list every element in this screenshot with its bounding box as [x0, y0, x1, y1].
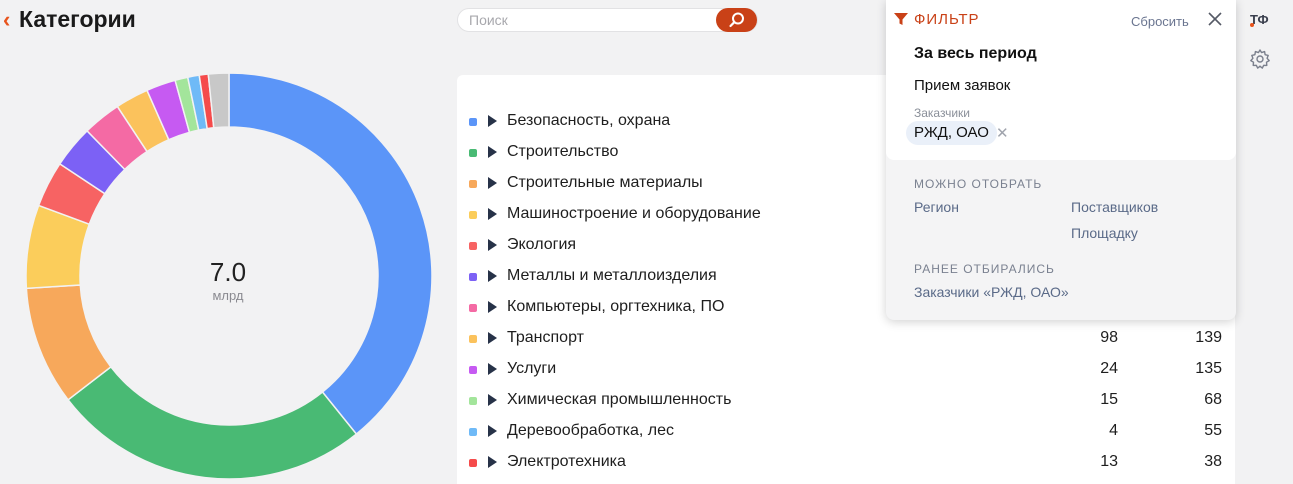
- category-name: Компьютеры, оргтехника, ПО: [507, 298, 725, 315]
- filter-title: ФИЛЬТР: [914, 11, 980, 28]
- category-color-dot: [469, 211, 477, 219]
- total-value: 7.0: [209, 257, 247, 287]
- expand-icon[interactable]: [488, 239, 497, 251]
- category-color-dot: [469, 242, 477, 250]
- search-bar: [457, 8, 758, 32]
- previous-heading: РАНЕЕ ОТБИРАЛИСЬ: [914, 262, 1055, 276]
- table-row[interactable]: Услуги 24 135: [457, 355, 1235, 386]
- expand-icon[interactable]: [488, 456, 497, 468]
- category-name: Металлы и металлоизделия: [507, 267, 717, 284]
- category-value-2: 38: [1204, 453, 1222, 470]
- expand-icon[interactable]: [488, 363, 497, 375]
- donut-slice[interactable]: [228, 72, 433, 436]
- filter-active-section: ФИЛЬТР Сбросить За весь период Прием зая…: [886, 0, 1236, 160]
- expand-icon[interactable]: [488, 332, 497, 344]
- category-name: Экология: [507, 236, 577, 253]
- search-input[interactable]: [469, 12, 709, 28]
- close-icon[interactable]: [1206, 10, 1224, 28]
- category-name: Строительные материалы: [507, 174, 703, 191]
- category-color-dot: [469, 459, 477, 467]
- search-button[interactable]: [716, 8, 757, 32]
- page-title: Категории: [19, 6, 136, 32]
- expand-icon[interactable]: [488, 115, 497, 127]
- stage-filter[interactable]: Прием заявок: [914, 77, 1010, 94]
- table-row[interactable]: Деревообработка, лес 4 55: [457, 417, 1235, 448]
- expand-icon[interactable]: [488, 394, 497, 406]
- category-value-1: 4: [1109, 422, 1118, 439]
- category-color-dot: [469, 118, 477, 126]
- category-value-2: 68: [1204, 391, 1222, 408]
- select-region-link[interactable]: Регион: [914, 199, 959, 215]
- notification-dot: [1250, 23, 1254, 27]
- previous-filter-link[interactable]: Заказчики «РЖД, ОАО»: [914, 284, 1069, 300]
- filter-panel: ФИЛЬТР Сбросить За весь период Прием зая…: [886, 0, 1236, 320]
- total-unit: млрд: [212, 288, 244, 303]
- expand-icon[interactable]: [488, 301, 497, 313]
- expand-icon[interactable]: [488, 146, 497, 158]
- category-name: Электротехника: [507, 453, 626, 470]
- reset-filter-button[interactable]: Сбросить: [1131, 14, 1189, 29]
- table-row[interactable]: Транспорт 98 139: [457, 324, 1235, 355]
- category-name: Химическая промышленность: [507, 391, 732, 408]
- expand-icon[interactable]: [488, 177, 497, 189]
- category-name: Строительство: [507, 143, 619, 160]
- table-row[interactable]: Химическая промышленность 15 68: [457, 386, 1235, 417]
- category-color-dot: [469, 180, 477, 188]
- category-value-1: 24: [1100, 360, 1118, 377]
- period-filter[interactable]: За весь период: [914, 45, 1037, 63]
- category-name: Машиностроение и оборудование: [507, 205, 761, 222]
- category-value-2: 55: [1204, 422, 1222, 439]
- customer-chip[interactable]: РЖД, ОАО: [906, 121, 997, 145]
- table-row[interactable]: Электротехника 13 38: [457, 448, 1235, 479]
- category-color-dot: [469, 366, 477, 374]
- category-value-1: 13: [1100, 453, 1118, 470]
- category-color-dot: [469, 273, 477, 281]
- select-suppliers-link[interactable]: Поставщиков: [1071, 199, 1158, 215]
- donut-slice[interactable]: [67, 365, 358, 480]
- can-select-heading: МОЖНО ОТОБРАТЬ: [914, 177, 1043, 191]
- category-value-1: 98: [1100, 329, 1118, 346]
- expand-icon[interactable]: [488, 270, 497, 282]
- category-color-dot: [469, 428, 477, 436]
- category-color-dot: [469, 335, 477, 343]
- customers-label: Заказчики: [914, 106, 970, 120]
- category-name: Транспорт: [507, 329, 584, 346]
- category-name: Безопасность, охрана: [507, 112, 671, 129]
- category-color-dot: [469, 304, 477, 312]
- category-name: Деревообработка, лес: [507, 422, 675, 439]
- category-color-dot: [469, 397, 477, 405]
- gear-icon[interactable]: [1249, 48, 1271, 70]
- back-arrow-icon[interactable]: ‹: [3, 9, 10, 31]
- category-name: Услуги: [507, 360, 557, 377]
- expand-icon[interactable]: [488, 208, 497, 220]
- category-value-1: 15: [1100, 391, 1118, 408]
- expand-icon[interactable]: [488, 425, 497, 437]
- select-platform-link[interactable]: Площадку: [1071, 225, 1138, 241]
- search-icon: [728, 12, 744, 28]
- remove-chip-icon[interactable]: ✕: [996, 124, 1009, 142]
- category-value-2: 135: [1195, 360, 1222, 377]
- category-value-2: 139: [1195, 329, 1222, 346]
- filter-icon: [894, 13, 908, 25]
- category-color-dot: [469, 149, 477, 157]
